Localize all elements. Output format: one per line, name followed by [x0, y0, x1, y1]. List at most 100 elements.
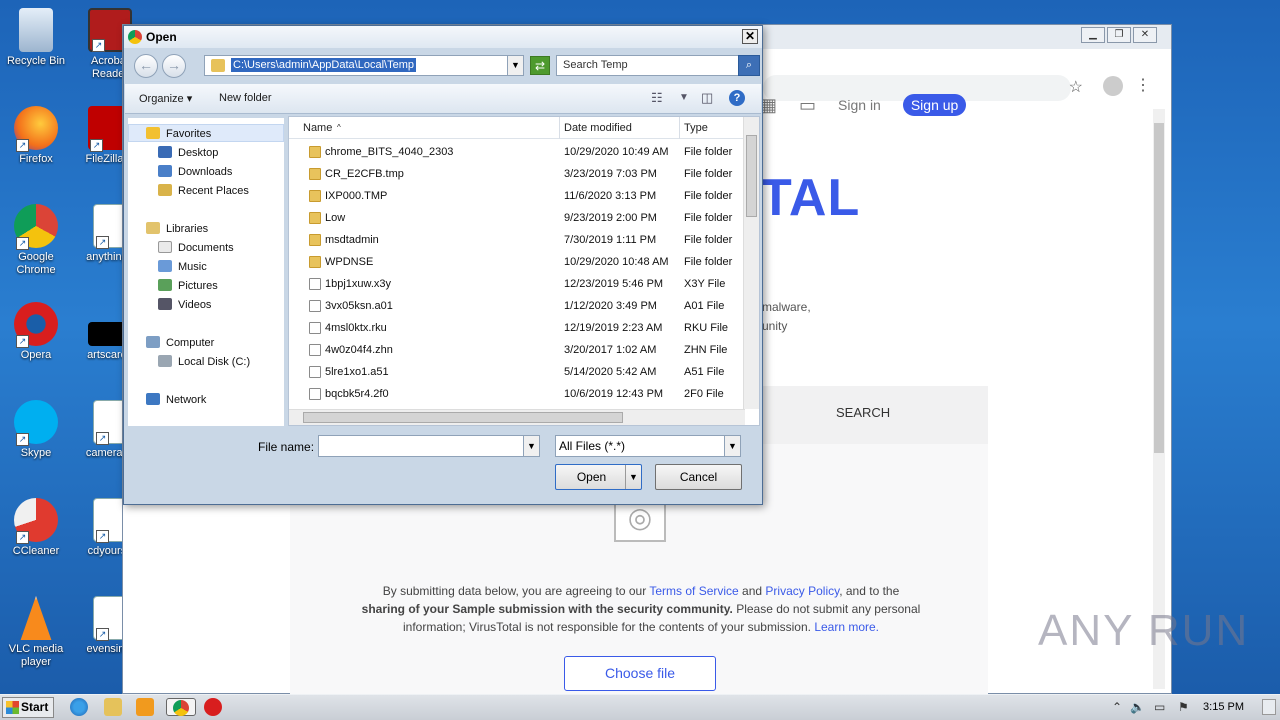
menu-dots-icon[interactable]: ⋮	[1135, 75, 1151, 95]
maximize-icon[interactable]: ❐	[1107, 27, 1131, 43]
chevron-down-icon[interactable]: ▼	[724, 436, 740, 456]
clock[interactable]: 3:15 PM	[1203, 701, 1244, 713]
file-name-input[interactable]: ▼	[318, 435, 540, 457]
nav-local-disk[interactable]: Local Disk (C:)	[158, 355, 250, 368]
nav-recent[interactable]: Recent Places	[158, 184, 249, 197]
chevron-down-icon[interactable]: ▼	[625, 465, 641, 489]
privacy-link[interactable]: Privacy Policy	[765, 584, 839, 598]
star-icon[interactable]: ☆	[1069, 77, 1083, 97]
tab-search[interactable]: SEARCH	[836, 405, 890, 420]
hard-drive-icon	[158, 355, 172, 367]
navigation-pane: Favorites Desktop Downloads Recent Place…	[128, 118, 284, 426]
chat-bubble-icon[interactable]: ▭	[799, 95, 816, 116]
nav-label: Desktop	[178, 147, 219, 159]
new-folder-button[interactable]: New folder	[219, 92, 272, 104]
search-icon[interactable]: ⌕	[738, 55, 760, 76]
desktop-icon-chrome[interactable]: ↗ Google Chrome	[1, 204, 71, 277]
open-label: Open	[576, 470, 607, 484]
terms-link[interactable]: Terms of Service	[649, 584, 738, 598]
file-icon	[309, 366, 321, 378]
file-row[interactable]: 4w0z04f4.zhn 3/20/2017 1:02 AM ZHN File	[289, 339, 743, 361]
nav-network[interactable]: Network	[146, 393, 206, 406]
vt-header: ▦ ▭ Sign in Sign up	[760, 94, 967, 116]
desktop-icon-skype[interactable]: ↗ Skype	[1, 400, 71, 460]
flag-icon[interactable]: ⚑	[1178, 700, 1189, 714]
sign-in-link[interactable]: Sign in	[838, 97, 881, 113]
learn-more-link[interactable]: Learn more.	[814, 620, 879, 634]
chevron-down-icon[interactable]: ▼	[507, 56, 523, 75]
organize-button[interactable]: Organize ▾	[139, 92, 192, 105]
page-scrollbar[interactable]	[1153, 109, 1165, 689]
start-button[interactable]: Start	[2, 697, 54, 718]
desktop-icon-opera[interactable]: ↗ Opera	[1, 302, 71, 362]
preview-pane-icon[interactable]: ◫	[701, 90, 713, 106]
desktop-icon-firefox[interactable]: ↗ Firefox	[1, 106, 71, 166]
speaker-icon[interactable]: 🔈	[1130, 700, 1145, 714]
choose-file-button[interactable]: Choose file	[564, 656, 716, 691]
minimize-icon[interactable]: ▁	[1081, 27, 1105, 43]
nav-computer[interactable]: Computer	[146, 336, 214, 349]
search-input[interactable]: Search Temp	[556, 55, 740, 76]
file-row[interactable]: IXP000.TMP 11/6/2020 3:13 PM File folder	[289, 185, 743, 207]
file-row[interactable]: msdtadmin 7/30/2019 1:11 PM File folder	[289, 229, 743, 251]
file-row[interactable]: WPDNSE 10/29/2020 10:48 AM File folder	[289, 251, 743, 273]
chevron-down-icon[interactable]: ▼	[679, 92, 689, 103]
file-row[interactable]: 1bpj1xuw.x3y 12/23/2019 5:46 PM X3Y File	[289, 273, 743, 295]
chevron-down-icon[interactable]: ▼	[523, 436, 539, 456]
file-type-select[interactable]: All Files (*.*) ▼	[555, 435, 741, 457]
cancel-button[interactable]: Cancel	[655, 464, 742, 490]
file-row[interactable]: CR_E2CFB.tmp 3/23/2019 7:03 PM File folder	[289, 163, 743, 185]
nav-music[interactable]: Music	[158, 260, 207, 273]
back-arrow-icon[interactable]: ←	[134, 54, 158, 78]
column-type[interactable]: Type	[684, 122, 708, 134]
taskbar-chrome-active[interactable]	[166, 698, 196, 716]
nav-libraries[interactable]: Libraries	[146, 222, 208, 235]
show-desktop-button[interactable]	[1262, 699, 1276, 715]
nav-downloads[interactable]: Downloads	[158, 165, 232, 178]
desktop-icon-ccleaner[interactable]: ↗ CCleaner	[1, 498, 71, 558]
file-list-horizontal-scrollbar[interactable]	[289, 409, 745, 425]
nav-favorites[interactable]: Favorites	[146, 127, 211, 140]
file-name: Low	[325, 212, 346, 224]
network-icon[interactable]: ▭	[1154, 700, 1165, 714]
profile-avatar-icon[interactable]	[1103, 76, 1123, 96]
close-icon[interactable]: ✕	[742, 29, 758, 44]
media-player-icon[interactable]	[136, 698, 154, 716]
desktop-icon-vlc[interactable]: VLC media player	[1, 596, 71, 669]
tray-expand-icon[interactable]: ⌃	[1112, 700, 1122, 714]
file-icon	[309, 300, 321, 312]
file-name: 4msl0ktx.rku	[325, 322, 387, 334]
desktop-icon-label: Skype	[20, 447, 52, 459]
path-bar[interactable]: C:\Users\admin\AppData\Local\Temp ▼	[204, 55, 524, 76]
opera-icon[interactable]	[204, 698, 222, 716]
sign-up-button[interactable]: Sign up	[902, 94, 967, 116]
column-name[interactable]: Name	[303, 122, 332, 134]
file-row[interactable]: Low 9/23/2019 2:00 PM File folder	[289, 207, 743, 229]
file-type: X3Y File	[684, 278, 726, 290]
close-icon[interactable]: ✕	[1133, 27, 1157, 43]
refresh-icon[interactable]: ⇄	[530, 56, 550, 75]
desktop-icon-label: Opera	[20, 349, 52, 361]
opera-icon: ↗	[14, 302, 58, 348]
internet-explorer-icon[interactable]	[70, 698, 88, 716]
nav-pictures[interactable]: Pictures	[158, 279, 218, 292]
file-row[interactable]: 4msl0ktx.rku 12/19/2019 2:23 AM RKU File	[289, 317, 743, 339]
nav-documents[interactable]: Documents	[158, 241, 234, 254]
nav-desktop[interactable]: Desktop	[158, 146, 218, 159]
desktop-icon-recycle-bin[interactable]: Recycle Bin	[1, 8, 71, 68]
file-row[interactable]: chrome_BITS_4040_2303 10/29/2020 10:49 AM…	[289, 141, 743, 163]
dialog-title: Open	[146, 30, 177, 44]
file-row[interactable]: 3vx05ksn.a01 1/12/2020 3:49 PM A01 File	[289, 295, 743, 317]
command-bar: Organize ▾ New folder ☷ ▼ ◫ ?	[125, 84, 761, 114]
file-row[interactable]: 5lre1xo1.a51 5/14/2020 5:42 AM A51 File	[289, 361, 743, 383]
help-icon[interactable]: ?	[729, 90, 745, 106]
open-button[interactable]: Open ▼	[555, 464, 642, 490]
path-text[interactable]: C:\Users\admin\AppData\Local\Temp	[231, 58, 416, 72]
nav-videos[interactable]: Videos	[158, 298, 211, 311]
file-list-vertical-scrollbar[interactable]	[743, 117, 759, 409]
forward-arrow-icon[interactable]: →	[162, 54, 186, 78]
column-date[interactable]: Date modified	[564, 122, 632, 134]
file-row[interactable]: bqcbk5r4.2f0 10/6/2019 12:43 PM 2F0 File	[289, 383, 743, 405]
view-options-icon[interactable]: ☷	[651, 90, 663, 106]
file-explorer-icon[interactable]	[104, 698, 122, 716]
